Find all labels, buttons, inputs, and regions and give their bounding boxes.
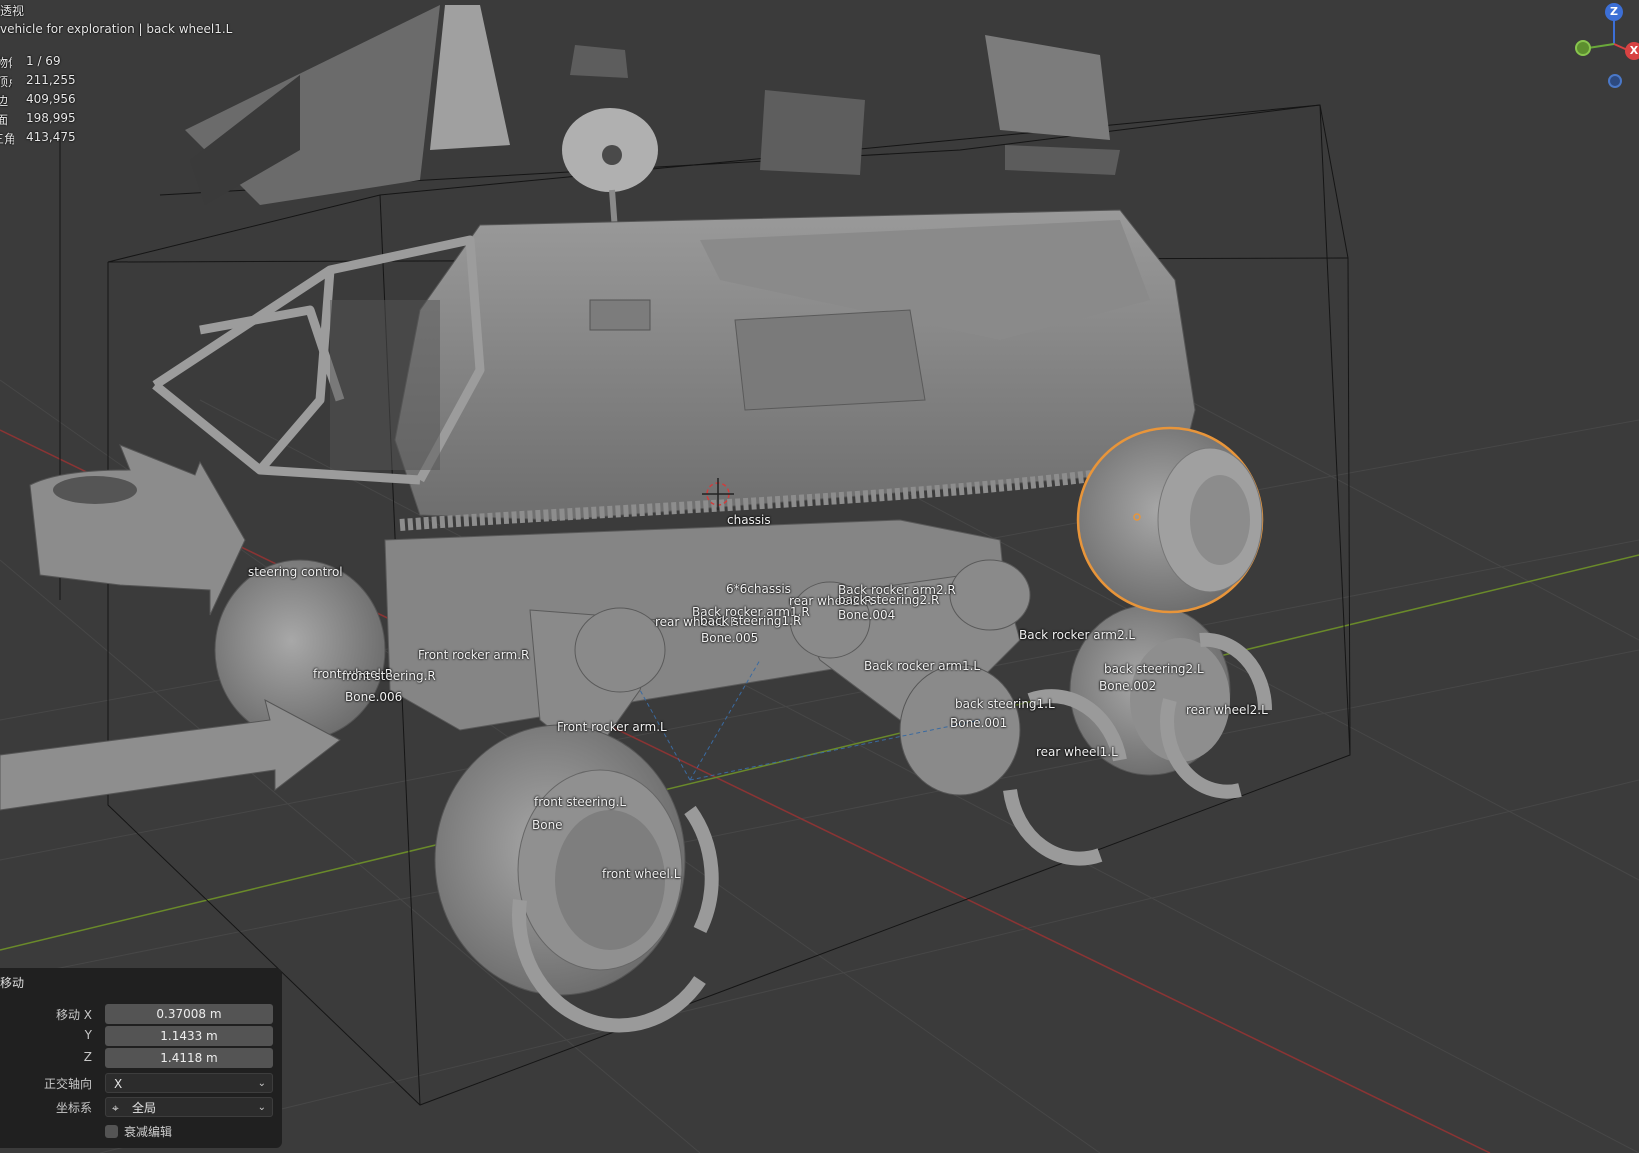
move-y-field[interactable]: 1.1433 m xyxy=(105,1026,273,1046)
coordinate-system-value: 全局 xyxy=(132,1101,157,1115)
move-x-field[interactable]: 0.37008 m xyxy=(105,1004,273,1024)
move-x-label: 移动 X xyxy=(55,1008,92,1022)
bone-label: back steering2.L xyxy=(1104,662,1204,676)
view-name: 透视 xyxy=(0,4,25,18)
bone-label: 6*6chassis xyxy=(726,582,791,596)
bone-label: Back rocker arm1.L xyxy=(864,659,981,673)
operator-panel-title[interactable]: 移动 xyxy=(0,974,24,991)
stats-value: 211,255 xyxy=(26,73,76,87)
stats-label: 三角形 xyxy=(0,132,14,146)
stats-label: 顶点 xyxy=(0,75,12,89)
collection-path: vehicle for exploration | back wheel1.L xyxy=(0,22,233,36)
bone-label: front wheel.L xyxy=(602,867,681,881)
orient-axis-value: X xyxy=(114,1077,123,1091)
navigation-gizmo[interactable]: Z X xyxy=(1570,0,1639,100)
move-z-field[interactable]: 1.4118 m xyxy=(105,1048,273,1068)
operator-panel: 移动 移动 X 0.37008 m Y 1.1433 m Z 1.4118 m … xyxy=(0,968,282,1148)
bone-label: front steering.L xyxy=(534,795,627,809)
bone-label: steering control xyxy=(248,565,343,579)
scene-stats: 物体 1 / 69 顶点 211,255 边 409,956 面 198,995… xyxy=(0,54,100,149)
bone-label: Bone.002 xyxy=(1099,679,1157,693)
bone-label: back steering1.R xyxy=(700,614,802,628)
orient-axis-select[interactable]: X ⌄ xyxy=(105,1073,273,1093)
stats-value: 413,475 xyxy=(26,130,76,144)
stats-value: 1 / 69 xyxy=(26,54,61,68)
z-axis-icon[interactable]: Z xyxy=(1605,3,1623,21)
bone-label: Bone.005 xyxy=(701,631,759,645)
bone-label: Front rocker arm.R xyxy=(418,648,530,662)
steering-control-arrow xyxy=(29,444,246,616)
proportional-edit-checkbox[interactable] xyxy=(105,1125,118,1138)
bone-label: Bone.001 xyxy=(950,716,1008,730)
proportional-edit-label: 衰减编辑 xyxy=(124,1125,173,1139)
chevron-down-icon: ⌄ xyxy=(257,1078,266,1089)
neg-y-axis-icon[interactable] xyxy=(1608,74,1622,88)
stats-label: 面 xyxy=(0,113,9,127)
bone-label: Bone.004 xyxy=(838,608,896,622)
orient-axis-label: 正交轴向 xyxy=(43,1077,92,1091)
bone-label: rear wheel2.L xyxy=(1186,703,1268,717)
coordinate-system-label: 坐标系 xyxy=(55,1101,92,1115)
x-axis-icon[interactable]: X xyxy=(1625,42,1639,60)
rear-wheel-1-left xyxy=(899,664,1021,796)
bone-label: Back rocker arm2.L xyxy=(1019,628,1136,642)
move-z-label: Z xyxy=(83,1050,92,1064)
bone-label: Bone.006 xyxy=(345,690,403,704)
bone-label: chassis xyxy=(727,513,771,527)
bone-label: rear wheel1.L xyxy=(1036,745,1118,759)
bone-label: front steering.R xyxy=(342,669,436,683)
3d-viewport[interactable]: 透视 vehicle for exploration | back wheel1… xyxy=(0,0,1639,1153)
front-wheel-right xyxy=(214,559,386,741)
chevron-down-icon: ⌄ xyxy=(257,1102,266,1113)
bone-label: Front rocker arm.L xyxy=(557,720,667,734)
forward-arrow xyxy=(0,699,341,811)
stats-value: 198,995 xyxy=(26,111,76,125)
coordinate-system-select[interactable]: ⌖ 全局 ⌄ xyxy=(105,1097,273,1117)
global-axes-icon: ⌖ xyxy=(112,1101,119,1115)
stats-label: 物体 xyxy=(0,56,12,70)
stats-value: 409,956 xyxy=(26,92,76,106)
bone-label: back steering2.R xyxy=(838,593,940,607)
y-axis-icon[interactable] xyxy=(1575,40,1591,56)
stats-label: 边 xyxy=(0,94,9,108)
move-y-label: Y xyxy=(84,1028,92,1042)
bone-label: back steering1.L xyxy=(955,697,1055,711)
bone-label: Bone xyxy=(532,818,563,832)
